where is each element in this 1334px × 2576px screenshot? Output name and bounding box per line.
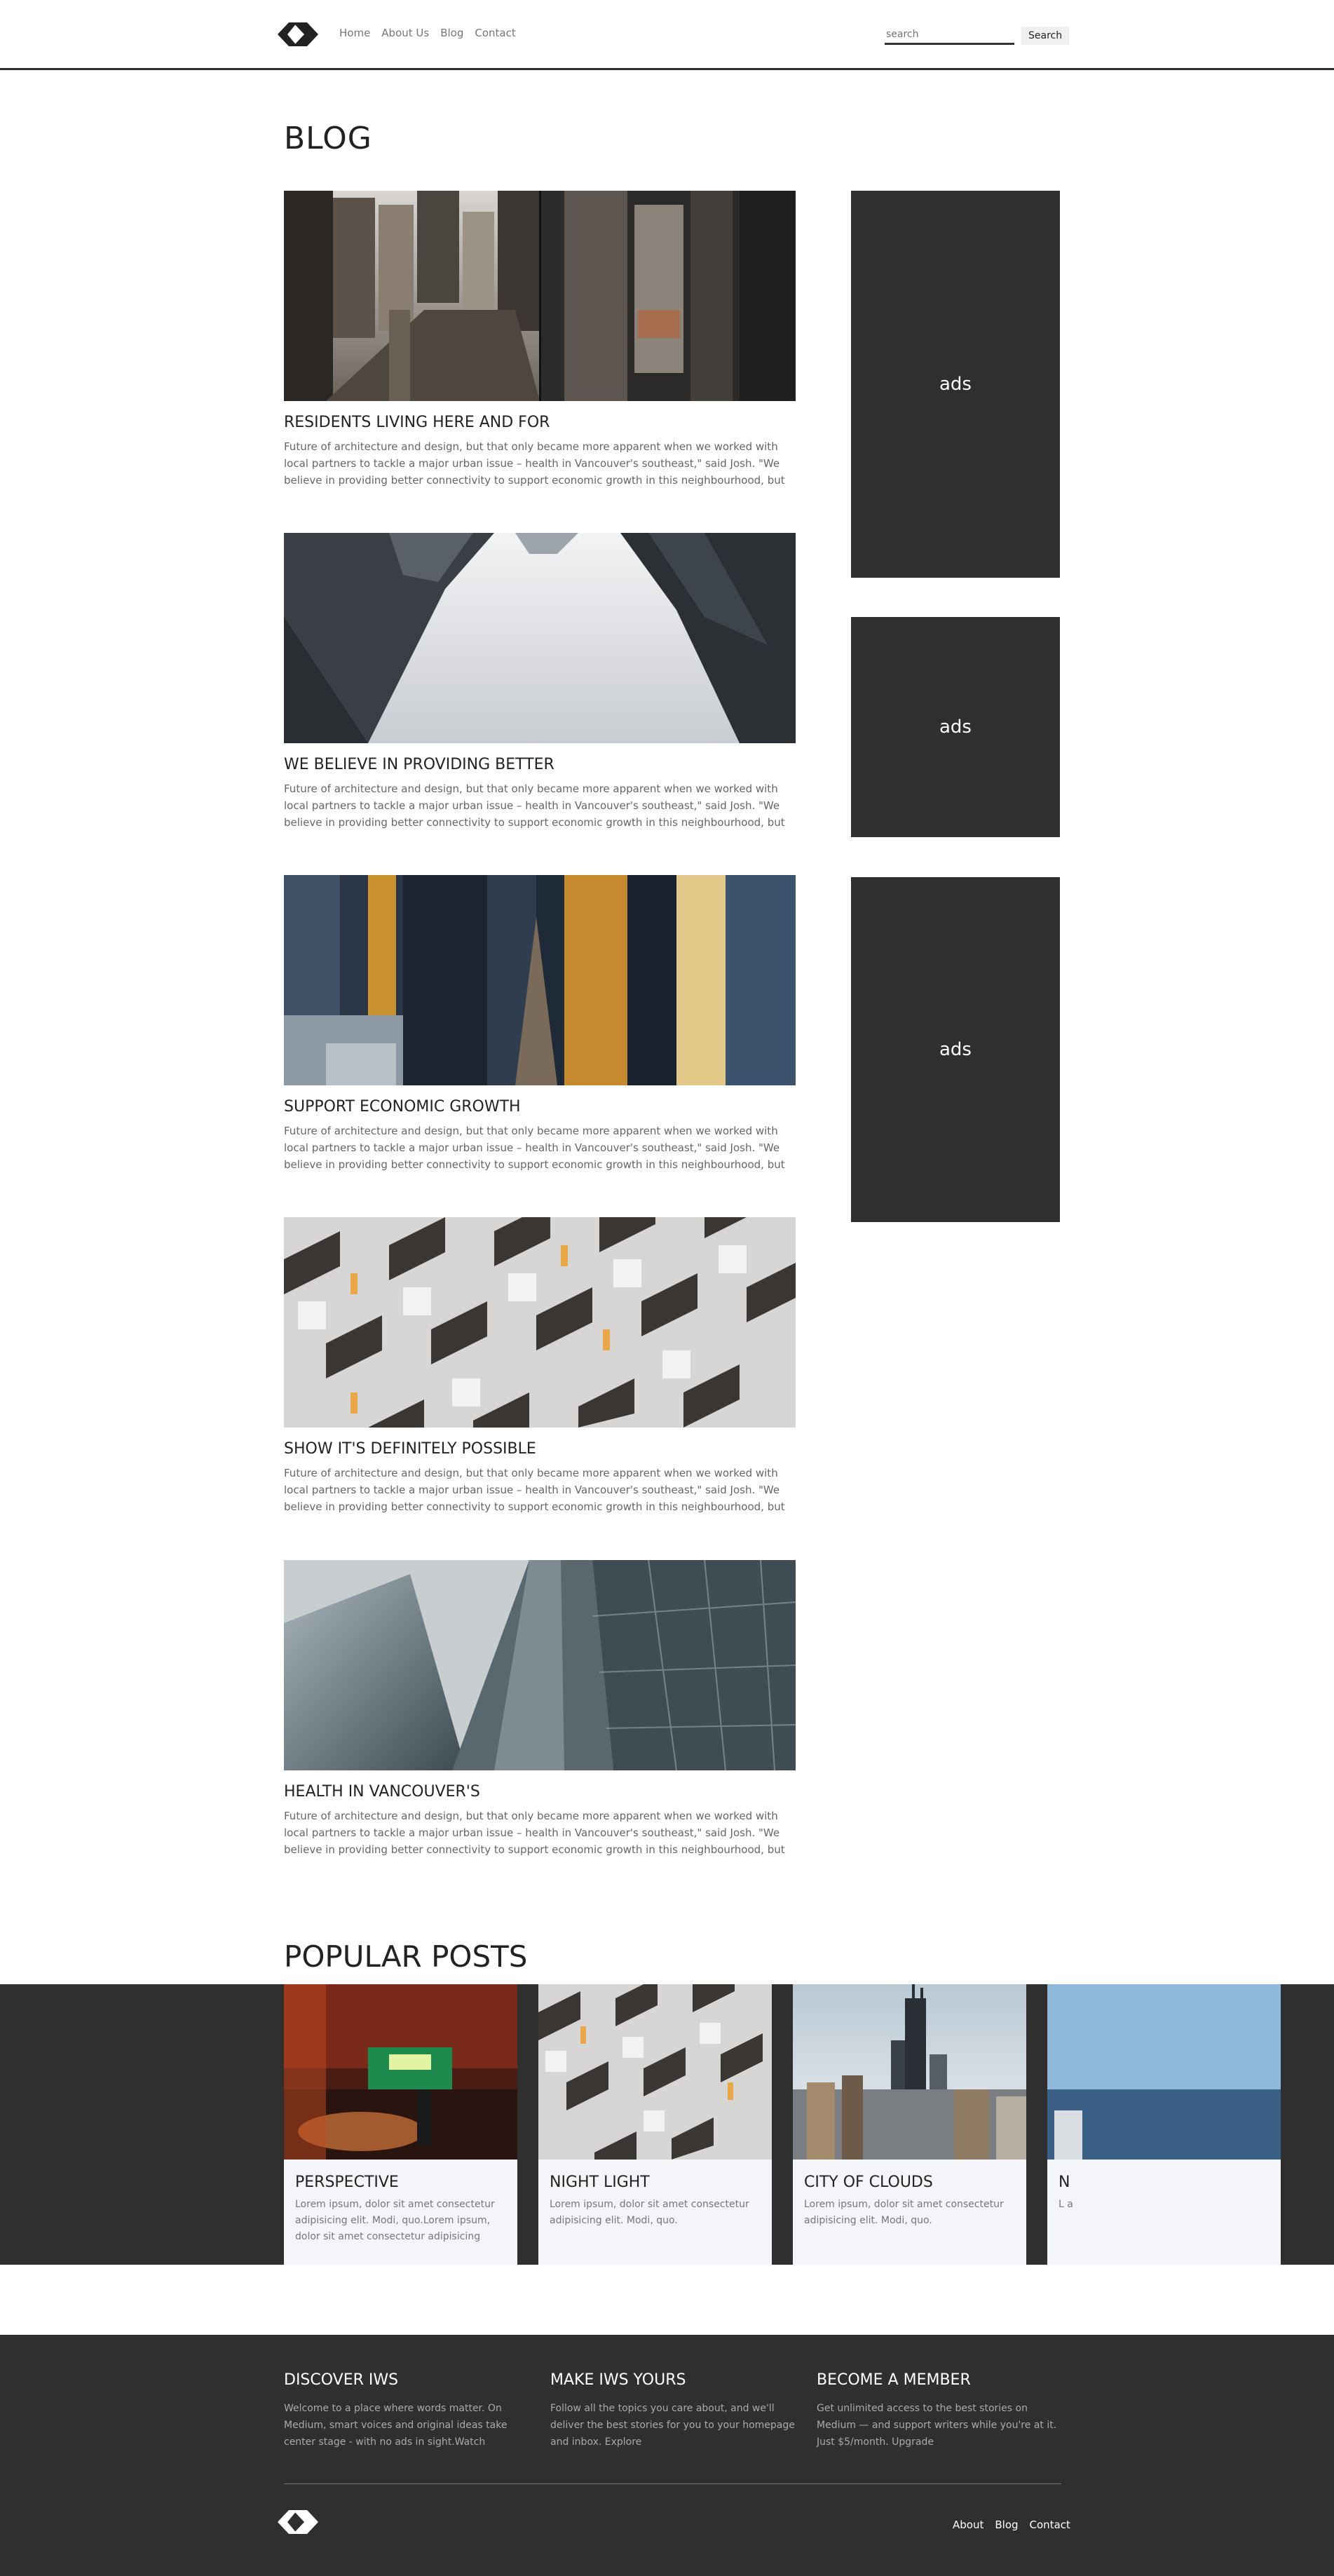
post-title[interactable]: HEALTH IN VANCOUVER'S <box>284 1783 796 1801</box>
search-form: Search <box>885 25 1070 45</box>
post-image[interactable] <box>284 533 796 743</box>
post-title[interactable]: WE BELIEVE IN PROVIDING BETTER <box>284 756 796 773</box>
page-title: BLOG <box>284 121 372 156</box>
ad-label: ads <box>939 1039 972 1060</box>
card-text: Lorem ipsum, dolor sit amet consectetur … <box>295 2199 495 2242</box>
post-excerpt: Future of architecture and design, but t… <box>284 1810 785 1856</box>
card-text: Lorem ipsum, dolor sit amet consectetur … <box>804 2199 1004 2226</box>
post-image[interactable] <box>284 191 796 401</box>
popular-post-card[interactable]: N L a <box>1047 1984 1281 2265</box>
card-image <box>538 1984 772 2160</box>
nav-blog[interactable]: Blog <box>440 27 463 39</box>
card-text: Lorem ipsum, dolor sit amet consectetur … <box>550 2199 749 2226</box>
popular-post-card[interactable]: PERSPECTIVE Lorem ipsum, dolor sit amet … <box>284 1984 517 2265</box>
ad-label: ads <box>939 717 972 738</box>
footer-link-about[interactable]: About <box>953 2519 984 2531</box>
footer-column-title: BECOME A MEMBER <box>817 2371 971 2389</box>
footer-link-blog[interactable]: Blog <box>995 2519 1018 2531</box>
footer-column-text: Get unlimited access to the best stories… <box>817 2403 1057 2448</box>
post-excerpt: Future of architecture and design, but t… <box>284 1467 785 1513</box>
card-title[interactable]: N <box>1059 2174 1270 2191</box>
post-image[interactable] <box>284 875 796 1085</box>
footer-divider <box>284 2483 1061 2484</box>
post-excerpt: Future of architecture and design, but t… <box>284 1125 785 1171</box>
card-title[interactable]: PERSPECTIVE <box>295 2174 506 2191</box>
card-image <box>793 1984 1026 2160</box>
post-image[interactable] <box>284 1217 796 1428</box>
post-title[interactable]: SHOW IT'S DEFINITELY POSSIBLE <box>284 1440 796 1458</box>
brand-logo-icon[interactable] <box>278 20 318 49</box>
post-title[interactable]: SUPPORT ECONOMIC GROWTH <box>284 1098 796 1116</box>
nav-contact[interactable]: Contact <box>475 27 515 39</box>
post-title[interactable]: RESIDENTS LIVING HERE AND FOR <box>284 414 796 431</box>
card-image <box>1047 1984 1281 2160</box>
blog-post[interactable]: HEALTH IN VANCOUVER'S Future of architec… <box>284 1560 796 1858</box>
ad-banner[interactable]: ads <box>851 191 1060 578</box>
site-footer: DISCOVER IWS Welcome to a place where wo… <box>0 2335 1334 2576</box>
card-image <box>284 1984 517 2160</box>
popular-posts-carousel[interactable]: PERSPECTIVE Lorem ipsum, dolor sit amet … <box>0 1984 1334 2265</box>
blog-post[interactable]: RESIDENTS LIVING HERE AND FOR Future of … <box>284 191 796 489</box>
blog-post[interactable]: SHOW IT'S DEFINITELY POSSIBLE Future of … <box>284 1217 796 1515</box>
footer-nav: About Blog Contact <box>941 2519 1070 2531</box>
card-title[interactable]: CITY OF CLOUDS <box>804 2174 1015 2191</box>
card-title[interactable]: NIGHT LIGHT <box>550 2174 761 2191</box>
search-input[interactable] <box>885 25 1014 45</box>
post-excerpt: Future of architecture and design, but t… <box>284 440 785 487</box>
footer-column: MAKE IWS YOURS Follow all the topics you… <box>550 2371 796 2450</box>
post-image[interactable] <box>284 1560 796 1770</box>
post-excerpt: Future of architecture and design, but t… <box>284 782 785 829</box>
popular-post-card[interactable]: CITY OF CLOUDS Lorem ipsum, dolor sit am… <box>793 1984 1026 2265</box>
popular-post-card[interactable]: NIGHT LIGHT Lorem ipsum, dolor sit amet … <box>538 1984 772 2265</box>
footer-column: BECOME A MEMBER Get unlimited access to … <box>817 2371 1062 2450</box>
blog-post[interactable]: SUPPORT ECONOMIC GROWTH Future of archit… <box>284 875 796 1173</box>
footer-logo-icon[interactable] <box>278 2507 318 2537</box>
ad-label: ads <box>939 374 972 395</box>
nav-home[interactable]: Home <box>339 27 370 39</box>
search-button[interactable]: Search <box>1021 27 1070 45</box>
footer-column-text: Follow all the topics you care about, an… <box>550 2403 795 2448</box>
nav-about-us[interactable]: About Us <box>381 27 429 39</box>
card-text: L a <box>1059 2199 1073 2210</box>
blog-post[interactable]: WE BELIEVE IN PROVIDING BETTER Future of… <box>284 533 796 831</box>
footer-column: DISCOVER IWS Welcome to a place where wo… <box>284 2371 529 2450</box>
footer-column-title: MAKE IWS YOURS <box>550 2371 686 2389</box>
main-nav: Home About Us Blog Contact <box>339 27 527 39</box>
popular-posts-title: POPULAR POSTS <box>284 1939 528 1974</box>
site-header: Home About Us Blog Contact Search <box>0 0 1334 70</box>
footer-column-title: DISCOVER IWS <box>284 2371 399 2389</box>
footer-link-contact[interactable]: Contact <box>1030 2519 1070 2531</box>
ad-banner[interactable]: ads <box>851 877 1060 1222</box>
footer-column-text: Welcome to a place where words matter. O… <box>284 2403 508 2448</box>
ad-banner[interactable]: ads <box>851 617 1060 837</box>
